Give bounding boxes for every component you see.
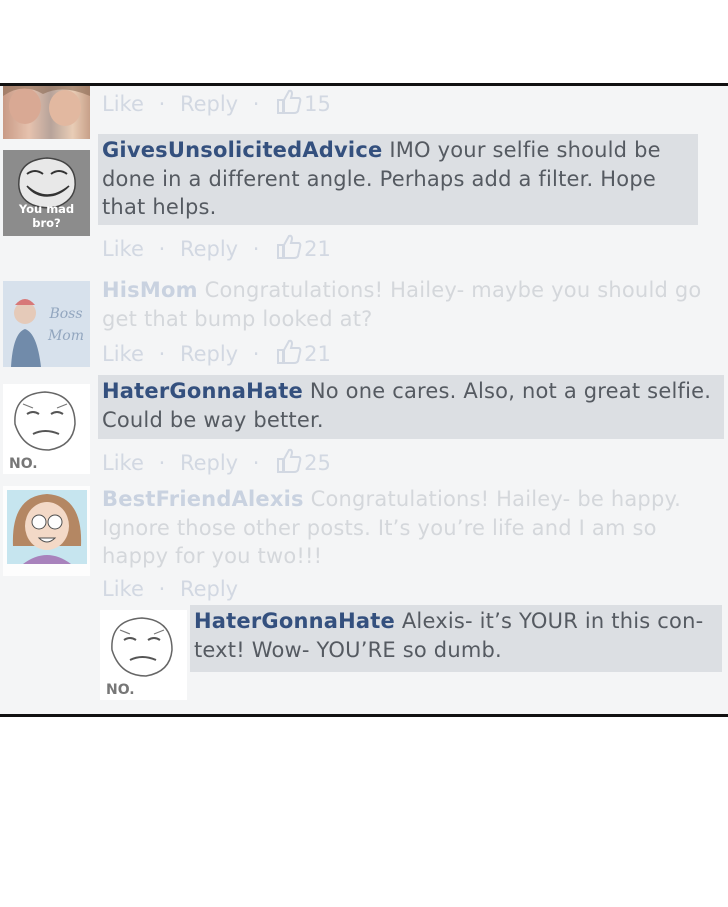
avatar-cartoon-girl[interactable] (3, 486, 90, 576)
avatar-couple[interactable] (3, 86, 90, 139)
author-name[interactable]: BestFriendAlexis (102, 487, 304, 511)
avatar-caption: You mad bro? (18, 202, 75, 230)
comment-actions: Like · Reply (102, 575, 238, 602)
comment-body: HaterGonnaHate No one cares. Also, not a… (98, 375, 724, 439)
thumbs-up-icon (274, 338, 302, 370)
comment-actions: Like · Reply · 21 (102, 338, 331, 370)
comment-actions: Like · Reply · 25 (102, 447, 331, 479)
avatar-caption: NO. (106, 682, 135, 698)
thumbs-up-icon (274, 233, 302, 265)
thumbs-up-icon (274, 447, 302, 479)
like-count: 15 (304, 92, 331, 116)
no-meme-face-icon (14, 391, 76, 451)
avatar-boss-mom[interactable]: Boss Mom (3, 281, 90, 367)
couple-photo-icon (3, 86, 90, 126)
like-count: 21 (304, 237, 331, 261)
no-meme-face-icon (111, 617, 173, 677)
comment-body: HaterGonnaHate Alexis- it’s YOUR in this… (190, 605, 722, 672)
comment-actions: Like · Reply · 15 (102, 88, 331, 120)
avatar-caption: NO. (9, 456, 38, 472)
like-count: 21 (304, 342, 331, 366)
separator-dot: · (158, 237, 166, 261)
separator-dot: · (158, 342, 166, 366)
avatar-trollface[interactable]: You mad bro? (3, 150, 90, 236)
reply-link[interactable]: Reply (180, 341, 238, 367)
like-link[interactable]: Like (102, 576, 144, 602)
like-link[interactable]: Like (102, 91, 144, 117)
author-name[interactable]: GivesUnsolicitedAdvice (102, 138, 382, 162)
separator-dot: · (158, 577, 166, 601)
author-name[interactable]: HaterGonnaHate (194, 609, 395, 633)
thumbs-up-icon (274, 88, 302, 120)
comment-body: GivesUnsolicitedAdvice IMO your selfie s… (98, 134, 698, 225)
comment-actions: Like · Reply · 21 (102, 233, 331, 265)
reply-link[interactable]: Reply (180, 236, 238, 262)
reply-link[interactable]: Reply (180, 576, 238, 602)
separator-dot: · (252, 92, 260, 116)
separator-dot: · (158, 451, 166, 475)
like-link[interactable]: Like (102, 341, 144, 367)
avatar-caption: Boss Mom (47, 306, 85, 344)
comment-body: BestFriendAlexis Congratulations! Hailey… (98, 483, 698, 575)
reply-link[interactable]: Reply (180, 450, 238, 476)
author-name[interactable]: HisMom (102, 278, 198, 302)
avatar-no-meme[interactable]: NO. (3, 384, 90, 474)
separator-dot: · (252, 237, 260, 261)
separator-dot: · (158, 92, 166, 116)
cartoon-girl-icon (7, 490, 87, 564)
reply-link[interactable]: Reply (180, 91, 238, 117)
like-link[interactable]: Like (102, 236, 144, 262)
comment-body: HisMom Congratulations! Hailey- maybe yo… (98, 274, 728, 334)
author-name[interactable]: HaterGonnaHate (102, 379, 303, 403)
comment-thread-panel: Like · Reply · 15 You mad bro? GivesUnso… (0, 83, 728, 717)
separator-dot: · (252, 342, 260, 366)
like-count: 25 (304, 451, 331, 475)
avatar-no-meme[interactable]: NO. (100, 610, 187, 700)
like-link[interactable]: Like (102, 450, 144, 476)
separator-dot: · (252, 451, 260, 475)
